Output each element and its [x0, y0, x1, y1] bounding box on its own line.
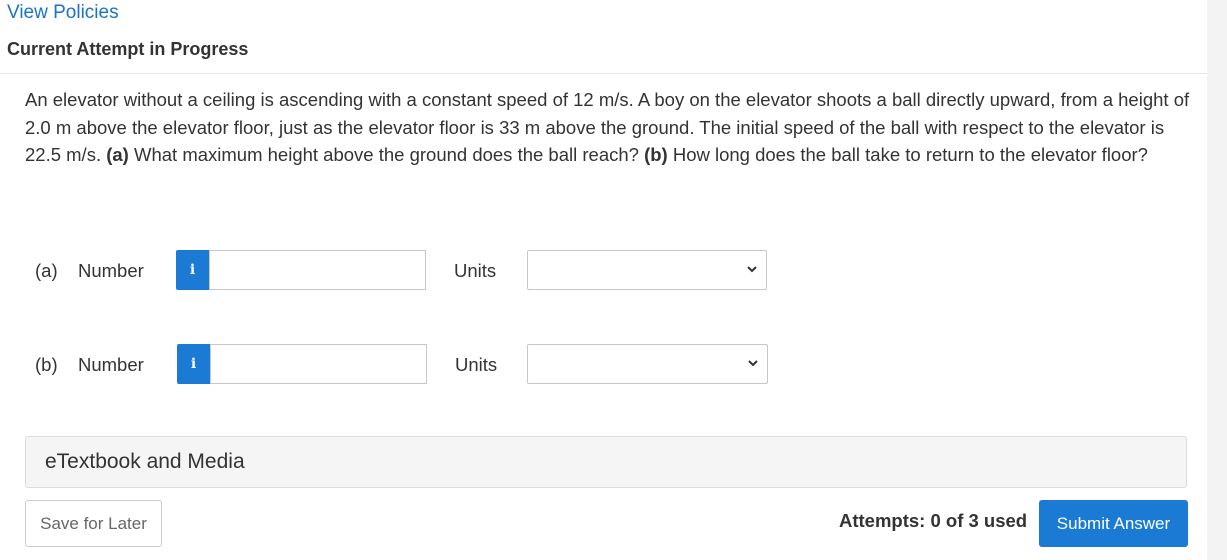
chevron-down-icon [746, 262, 758, 279]
question-text: An elevator without a ceiling is ascendi… [25, 86, 1195, 169]
divider [0, 73, 1207, 74]
number-input-a[interactable] [209, 250, 426, 290]
number-label-a: Number [78, 260, 144, 281]
attempts-counter: Attempts: 0 of 3 used [839, 510, 1028, 531]
right-gutter [1207, 0, 1227, 560]
chevron-down-icon [747, 356, 759, 373]
units-label-b: Units [455, 354, 498, 375]
save-for-later-button[interactable]: Save for Later [25, 500, 162, 547]
part-b-label: (b) [35, 354, 58, 375]
part-a-label: (a) [35, 260, 58, 281]
question-part-a-label: (a) [106, 144, 129, 166]
question-part-b-text: How long does the ball take to return to… [667, 144, 1148, 166]
units-select-a[interactable] [527, 250, 767, 290]
question-part-a-text: What maximum height above the ground doe… [128, 144, 645, 166]
info-icon[interactable]: i [177, 344, 210, 384]
etextbook-media-label: eTextbook and Media [45, 450, 245, 473]
attempt-title: Current Attempt in Progress [7, 39, 249, 59]
number-input-b[interactable] [210, 344, 427, 384]
number-label-b: Number [78, 354, 144, 375]
units-select-b[interactable] [527, 344, 768, 384]
info-icon[interactable]: i [176, 250, 209, 290]
question-part-b-label: (b) [644, 144, 668, 166]
submit-answer-button[interactable]: Submit Answer [1039, 500, 1188, 547]
units-label-a: Units [454, 260, 497, 281]
view-policies-link[interactable]: View Policies [7, 2, 119, 24]
etextbook-media-panel[interactable]: eTextbook and Media [25, 436, 1187, 488]
